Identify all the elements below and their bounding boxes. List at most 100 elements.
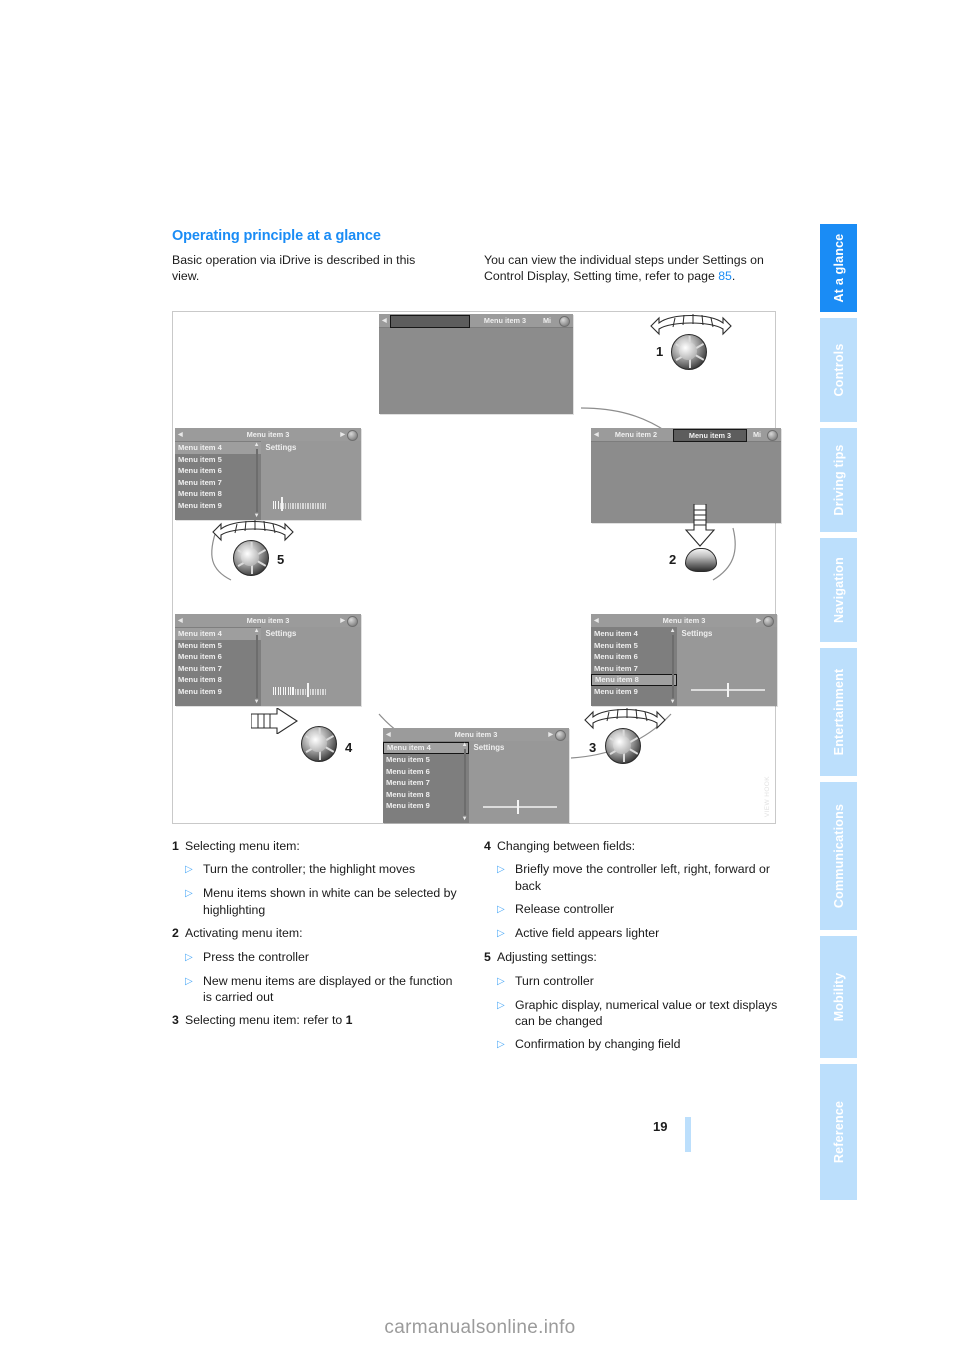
menu-list-item[interactable]: Menu item 4 (175, 442, 261, 454)
sidebar-tab-at-a-glance[interactable]: At a glance (820, 224, 857, 312)
sidebar-tab-label: Driving tips (831, 444, 846, 516)
sidebar-tab-controls[interactable]: Controls (820, 318, 857, 422)
chapter-tab-rail: At a glance Controls Driving tips Navigatio… (820, 224, 857, 1200)
graphic-bar-handle[interactable] (281, 497, 284, 511)
knob-dial-pressed[interactable] (685, 548, 717, 572)
slider-handle[interactable] (516, 800, 519, 814)
menu-list-item[interactable]: Menu item 4 (383, 742, 469, 754)
callout-number-1: 1 (656, 344, 664, 359)
menu-list[interactable]: Menu item 4 Menu item 5 Menu item 6 Menu it… (175, 441, 261, 520)
menu-list[interactable]: Menu item 4 Menu item 5 Menu item 6 Menu it… (383, 741, 469, 823)
scroll-track[interactable] (463, 749, 466, 815)
controller-knob-step-4[interactable]: 4 (251, 708, 352, 762)
menu-bar-item-c[interactable]: Mi (747, 429, 767, 440)
sidebar-tab-reference[interactable]: Reference (820, 1064, 857, 1200)
scroll-up-icon[interactable]: ▲ (670, 628, 676, 634)
menu-list-item[interactable]: Menu item 8 (175, 488, 261, 500)
menu-list-item[interactable]: Menu item 4 (175, 628, 261, 640)
scroll-track[interactable] (255, 635, 258, 698)
step-title: Selecting menu item: (185, 839, 300, 853)
menu-list-item[interactable]: Menu item 7 (175, 663, 261, 675)
menu-list-item[interactable]: Menu item 8 (383, 789, 469, 801)
callout-number-3: 3 (589, 740, 597, 755)
menu-list-item[interactable]: Menu item 6 (175, 465, 261, 477)
controller-knob-step-5[interactable]: 5 (212, 520, 294, 576)
display-panel-right-lower: ◀ Menu item 3 ▶ Menu item 4 Menu item 5 Me… (591, 614, 777, 706)
settings-caption: Settings (681, 629, 713, 638)
menu-list-item[interactable]: Menu item 8 (175, 674, 261, 686)
menu-list-item[interactable]: Menu item 9 (175, 686, 261, 698)
panel-body: Menu item 4 Menu item 5 Menu item 6 Menu it… (175, 627, 361, 706)
sidebar-tab-navigation[interactable]: Navigation (820, 538, 857, 642)
menu-list-item[interactable]: Menu item 9 (591, 686, 677, 698)
panel-body: Menu item 4 Menu item 5 Menu item 6 Menu it… (175, 441, 361, 520)
scroll-up-icon[interactable]: ▲ (254, 442, 260, 448)
menu-list[interactable]: Menu item 4 Menu item 5 Menu item 6 Menu it… (175, 627, 261, 706)
step-title: Changing between fields: (497, 839, 636, 853)
panel-body: Menu item 4 Menu item 5 Menu item 6 Menu it… (383, 741, 569, 823)
bullet-text: Confirmation by changing field (515, 1037, 681, 1052)
slider-handle[interactable] (726, 683, 729, 697)
menu-list-item[interactable]: Menu item 5 (175, 454, 261, 466)
menu-list-item[interactable]: Menu item 8 (591, 674, 677, 686)
menu-bar-item-a[interactable]: Menu item 2 (600, 429, 672, 440)
sidebar-tab-mobility[interactable]: Mobility (820, 936, 857, 1058)
panel-title: Menu item 3 (246, 616, 290, 625)
knob-dial[interactable] (301, 726, 337, 762)
bullet-text: Active field appears lighter (515, 926, 660, 941)
instruction-step: 4 Changing between fields: (484, 838, 784, 854)
menu-scrollbar[interactable]: ▲ ▼ (462, 742, 468, 822)
menu-list-item[interactable]: Menu item 9 (175, 500, 261, 512)
knob-dial[interactable] (233, 540, 269, 576)
menu-scrollbar[interactable]: ▲ ▼ (670, 628, 676, 705)
scroll-down-icon[interactable]: ▼ (462, 816, 468, 822)
controller-knob-step-2[interactable]: 2 (669, 504, 717, 572)
intro-right-suffix: . (731, 269, 736, 284)
panel-title: Menu item 3 (454, 730, 498, 739)
sidebar-tab-entertainment[interactable]: Entertainment (820, 648, 857, 776)
step-number: 2 (172, 926, 179, 941)
knob-dial[interactable] (605, 728, 641, 764)
sidebar-tab-driving-tips[interactable]: Driving tips (820, 428, 857, 532)
menu-list-item[interactable]: Menu item 7 (383, 777, 469, 789)
controller-knob-step-3[interactable]: 3 (584, 708, 666, 764)
scroll-track[interactable] (671, 635, 674, 698)
display-panel-bottom-center: ◀ Menu item 3 ▶ Menu item 4 Menu item 5 Me… (383, 728, 569, 823)
graphic-bar-display[interactable] (272, 686, 351, 695)
instruction-step: 1 Selecting menu item: (172, 838, 464, 854)
knob-dial[interactable] (671, 334, 707, 370)
panel-menu-bar: ◀ Menu item 3 ▶ (175, 428, 361, 442)
menu-bar-item-b[interactable]: Mi (537, 315, 557, 326)
menu-list-item[interactable]: Menu item 6 (591, 651, 677, 663)
scroll-up-icon[interactable]: ▲ (254, 628, 260, 634)
menu-list-item[interactable]: Menu item 5 (175, 640, 261, 652)
graphic-bar-handle[interactable] (306, 683, 309, 697)
page-reference-link[interactable]: 85 (718, 269, 732, 283)
controller-knob-step-1[interactable]: 1 (650, 314, 732, 370)
bullet-text: New menu items are displayed or the func… (203, 973, 453, 1005)
scroll-track[interactable] (255, 449, 258, 512)
menu-list[interactable]: Menu item 4 Menu item 5 Menu item 6 Menu it… (591, 627, 677, 706)
menu-list-item[interactable]: Menu item 9 (383, 800, 469, 812)
bullet-triangle-icon: ▷ (497, 1039, 505, 1051)
menu-list-item[interactable]: Menu item 4 (591, 628, 677, 640)
menu-scrollbar[interactable]: ▲ ▼ (254, 442, 260, 519)
instruction-bullet: ▷ Turn the controller; the highlight move… (172, 861, 464, 878)
sidebar-tab-communications[interactable]: Communications (820, 782, 857, 930)
menu-list-item[interactable]: Menu item 5 (591, 640, 677, 652)
globe-icon (555, 730, 566, 741)
menu-list-item[interactable]: Menu item 7 (175, 477, 261, 489)
bullet-triangle-icon: ▷ (185, 888, 193, 900)
menu-list-item[interactable]: Menu item 5 (383, 754, 469, 766)
graphic-bar-display[interactable] (272, 500, 351, 509)
menu-list-item[interactable]: Menu item 6 (383, 766, 469, 778)
menu-bar-item-a[interactable]: Menu item 3 (473, 315, 537, 326)
menu-list-item[interactable]: Menu item 6 (175, 651, 261, 663)
scroll-down-icon[interactable]: ▼ (254, 699, 260, 705)
menu-scrollbar[interactable]: ▲ ▼ (254, 628, 260, 705)
menu-list-item[interactable]: Menu item 7 (591, 663, 677, 675)
scroll-down-icon[interactable]: ▼ (670, 699, 676, 705)
panel-menu-bar: ◀ Menu item 3 Mi (379, 314, 573, 328)
sidebar-tab-label: At a glance (831, 233, 846, 303)
scroll-up-icon[interactable]: ▲ (462, 742, 468, 748)
